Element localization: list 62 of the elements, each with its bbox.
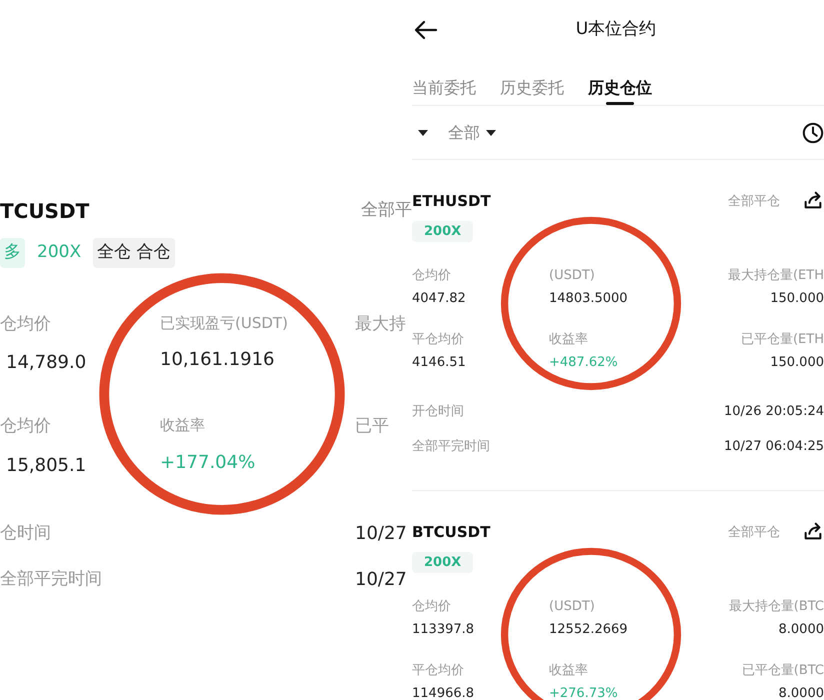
tab[interactable]: 历史仓位 <box>588 60 652 105</box>
leverage-tag: 200X <box>412 220 474 242</box>
field-label: 全部平完时间 <box>412 438 490 456</box>
filter-dropdown[interactable]: 全部 <box>448 120 496 144</box>
clock-icon[interactable] <box>802 122 824 144</box>
field-label: 全部平完时间 <box>0 568 103 591</box>
field-value: 14,789.0 <box>5 351 88 375</box>
field-label: 仓均价 <box>0 312 52 336</box>
field-value: 14803.5000 <box>549 290 629 308</box>
field-value: 10/27 <box>355 522 408 546</box>
field-value: 8.0000 <box>778 620 824 638</box>
symbol-title: ETHUSDT <box>412 191 491 212</box>
field-value: +177.04% <box>160 450 256 474</box>
field-value: +487.62% <box>549 354 619 372</box>
field-label: 仓均价 <box>0 415 52 438</box>
field-label: 最大持仓量(ETH <box>728 267 824 285</box>
field-value: 114966.8 <box>412 684 476 700</box>
field-label: 仓均价 <box>412 267 452 285</box>
position-tag: 200X <box>33 238 86 268</box>
field-value: 8.0000 <box>778 684 824 700</box>
field-label: 收益率 <box>160 415 206 436</box>
field-value: 10/26 20:05:24 <box>724 402 824 421</box>
field-label: 已平仓量(BTC <box>742 662 824 680</box>
field-label: 仓时间 <box>0 522 52 545</box>
symbol-title: BTCUSDT <box>412 522 490 543</box>
close-all-button[interactable]: 全部平仓 <box>728 192 780 211</box>
field-value: 12552.2669 <box>549 620 629 638</box>
field-value: 150.000 <box>770 354 824 372</box>
field-value: 10/27 06:04:25 <box>724 438 824 456</box>
field-label: 仓均价 <box>412 598 452 616</box>
close-all-label[interactable]: 全部平 <box>361 198 412 224</box>
position-tag: 多 <box>0 238 25 268</box>
field-label: 已平仓量(ETH <box>740 331 824 349</box>
position-tag: 全仓 合仓 <box>93 238 174 268</box>
tab[interactable]: 当前委托 <box>412 60 476 105</box>
field-value: 150.000 <box>770 290 824 308</box>
field-value: 15,805.1 <box>5 454 88 478</box>
field-label: (USDT) <box>549 598 596 616</box>
caret-icon <box>486 130 496 136</box>
field-value: 113397.8 <box>412 620 476 638</box>
field-label: 最大持 <box>355 312 407 336</box>
symbol-title: TCUSDT <box>0 198 90 225</box>
field-label: 已平 <box>355 415 390 438</box>
field-label: 开仓时间 <box>412 402 464 421</box>
field-value: 10,161.1916 <box>160 348 276 372</box>
field-label: 已实现盈亏(USDT) <box>160 312 289 334</box>
field-label: 最大持仓量(BTC <box>728 598 824 616</box>
close-all-button[interactable]: 全部平仓 <box>728 522 780 542</box>
field-label: 收益率 <box>549 662 589 680</box>
page-title: U本位合约 <box>576 18 656 42</box>
back-arrow-icon[interactable] <box>414 20 438 40</box>
field-value: +276.73% <box>549 684 619 700</box>
dropdown-caret-icon[interactable] <box>418 130 428 136</box>
field-label: (USDT) <box>549 267 596 285</box>
leverage-tag: 200X <box>412 552 474 573</box>
field-label: 收益率 <box>549 331 589 349</box>
field-value: 10/27 <box>355 568 408 592</box>
tab[interactable]: 历史委托 <box>500 60 564 105</box>
field-value: 4146.51 <box>412 354 467 372</box>
field-value: 4047.82 <box>412 290 467 308</box>
field-label: 平仓均价 <box>412 331 465 349</box>
field-label: 平仓均价 <box>412 662 465 680</box>
